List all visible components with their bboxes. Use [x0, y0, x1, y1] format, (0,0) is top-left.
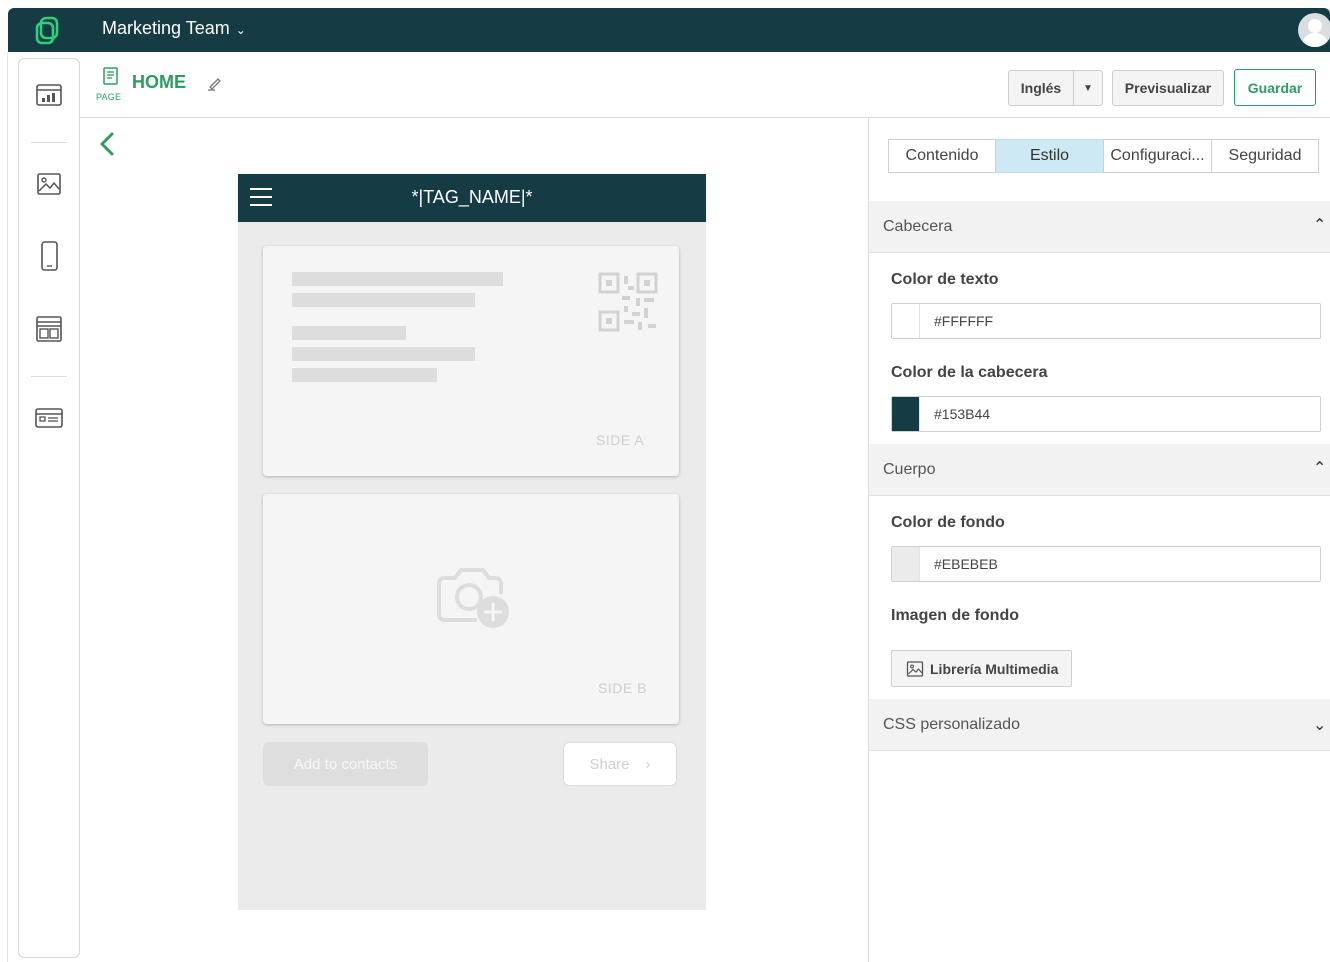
media-library-label: Librería Multimedia — [930, 660, 1059, 677]
side-a-label: SIDE A — [596, 432, 645, 448]
header-color-label: Color de la cabecera — [891, 364, 1048, 381]
header-color-field[interactable]: #153B44 — [891, 396, 1321, 432]
left-edge — [0, 52, 8, 962]
tab-seguridad[interactable]: Seguridad — [1211, 139, 1319, 173]
sidebar-item-stats[interactable] — [33, 79, 65, 111]
preview-header: *|TAG_NAME|* — [238, 174, 706, 222]
team-selector[interactable]: Marketing Team ⌄ — [102, 18, 246, 39]
app-logo-icon[interactable] — [32, 14, 64, 46]
media-library-button[interactable]: Librería Multimedia — [891, 650, 1072, 687]
sidebar — [18, 58, 80, 958]
caret-down-icon: ▼ — [1083, 82, 1093, 94]
bg-image-label: Imagen de fondo — [891, 607, 1019, 624]
chevron-up-icon: ⌃ — [1313, 217, 1327, 234]
page-type-label: PAGE — [96, 92, 122, 102]
preview-button[interactable]: Previsualizar — [1112, 70, 1224, 106]
sidebar-item-images[interactable] — [33, 168, 65, 200]
skeleton-line — [292, 347, 475, 361]
bg-color-value: #EBEBEB — [934, 556, 998, 572]
user-avatar[interactable] — [1298, 13, 1330, 47]
preview-title: *|TAG_NAME|* — [411, 187, 533, 207]
skeleton-line — [292, 326, 406, 340]
text-color-field[interactable]: #FFFFFF — [891, 303, 1321, 339]
text-color-value: #FFFFFF — [934, 313, 994, 329]
edit-pencil-icon[interactable] — [206, 74, 224, 92]
chevron-down-icon: ⌄ — [235, 22, 246, 37]
card-icon — [35, 408, 63, 428]
page-title: HOME — [132, 72, 186, 92]
image-icon — [37, 173, 61, 195]
chevron-up-icon: ⌃ — [1313, 460, 1327, 477]
section-cuerpo-title: Cuerpo — [883, 460, 936, 478]
sidebar-item-layout[interactable] — [33, 313, 65, 345]
tab-contenido[interactable]: Contenido — [888, 139, 996, 173]
stats-icon — [36, 84, 62, 106]
section-cabecera-title: Cabecera — [883, 217, 953, 235]
style-panel: Contenido Estilo Configuraci... Segurida… — [868, 118, 1330, 962]
text-color-swatch[interactable] — [892, 304, 920, 338]
bg-color-field[interactable]: #EBEBEB — [891, 546, 1321, 582]
tab-estilo[interactable]: Estilo — [995, 139, 1104, 173]
team-name: Marketing Team — [102, 18, 230, 38]
language-select[interactable]: Inglés — [1008, 70, 1074, 106]
mobile-icon — [41, 241, 58, 271]
header-color-swatch[interactable] — [892, 397, 920, 431]
chevron-down-icon: ⌄ — [1313, 717, 1327, 734]
back-arrow-icon[interactable] — [96, 130, 118, 160]
language-caret-button[interactable]: ▼ — [1073, 70, 1103, 106]
bg-color-label: Color de fondo — [891, 514, 1005, 531]
skeleton-line — [292, 272, 503, 286]
share-label: Share — [589, 755, 630, 773]
section-cabecera[interactable]: Cabecera ⌃ — [869, 201, 1330, 253]
layout-icon — [36, 316, 62, 342]
image-icon — [906, 660, 924, 677]
sidebar-item-card[interactable] — [33, 402, 65, 434]
header-color-value: #153B44 — [934, 406, 991, 422]
bg-color-swatch[interactable] — [892, 547, 920, 581]
top-bar: Marketing Team ⌄ — [8, 8, 1330, 52]
panel-tabs: Contenido Estilo Configuraci... Segurida… — [888, 139, 1319, 173]
page-document-icon — [103, 67, 118, 85]
card-side-a[interactable]: SIDE A — [263, 246, 679, 476]
text-color-label: Color de texto — [891, 271, 999, 288]
section-css-title: CSS personalizado — [883, 715, 1020, 733]
section-cuerpo[interactable]: Cuerpo ⌃ — [869, 444, 1330, 496]
page-badge: PAGE — [96, 66, 126, 106]
add-to-contacts-button[interactable]: Add to contacts — [263, 742, 428, 786]
card-side-b[interactable]: SIDE B — [263, 494, 679, 724]
skeleton-line — [292, 293, 475, 307]
section-css[interactable]: CSS personalizado ⌄ — [869, 699, 1330, 751]
page-header: PAGE HOME Inglés ▼ Previsualizar Guardar — [80, 52, 1330, 118]
save-button[interactable]: Guardar — [1234, 69, 1316, 106]
qr-code-icon — [598, 272, 658, 332]
skeleton-line — [292, 368, 437, 382]
add-photo-camera-icon[interactable] — [433, 560, 513, 632]
side-b-label: SIDE B — [598, 680, 647, 696]
chevron-right-icon: › — [645, 755, 651, 773]
mobile-preview: *|TAG_NAME|* SIDE A SIDE B Add to contac… — [238, 174, 706, 910]
share-button[interactable]: Share › — [563, 742, 677, 786]
tab-configuracion[interactable]: Configuraci... — [1103, 139, 1212, 173]
sidebar-item-mobile[interactable] — [33, 240, 65, 272]
